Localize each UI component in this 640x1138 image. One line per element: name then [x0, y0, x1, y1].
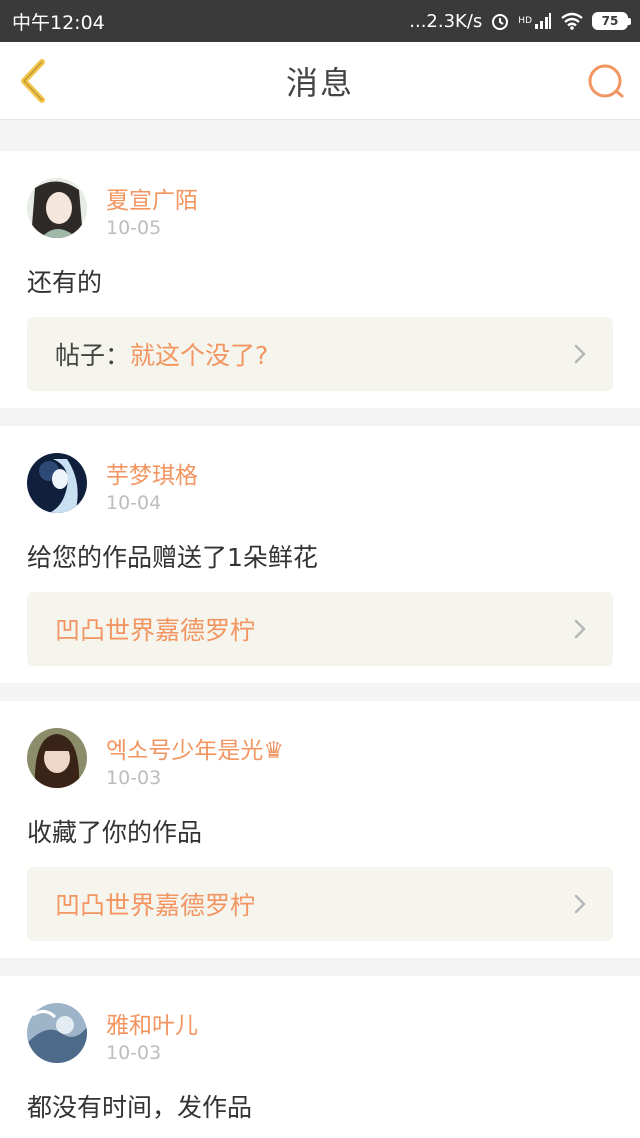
status-bar: 中午12:04 ...2.3K/s HD 75 — [0, 0, 640, 42]
chevron-right-icon — [574, 619, 586, 639]
avatar[interactable] — [27, 1003, 87, 1063]
avatar[interactable] — [27, 728, 87, 788]
status-time: 中午12:04 — [12, 11, 105, 34]
message-date: 10-04 — [106, 492, 162, 514]
page-title: 消息 — [285, 63, 354, 102]
post-link[interactable]: 帖子： 就这个没了? — [27, 317, 613, 391]
work-link-title: 凹凸世界嘉德罗柠 — [55, 616, 256, 645]
search-button[interactable] — [586, 62, 626, 102]
message-text: 还有的 — [27, 268, 103, 297]
avatar[interactable] — [27, 178, 87, 238]
message-date: 10-05 — [106, 217, 162, 239]
battery-icon: 75 — [592, 12, 631, 30]
back-button[interactable] — [16, 58, 52, 104]
message-text: 给您的作品赠送了1朵鲜花 — [27, 543, 318, 572]
work-link[interactable]: 凹凸世界嘉德罗柠 — [27, 592, 613, 666]
post-link-prefix: 帖子： — [55, 341, 131, 370]
chevron-right-icon — [574, 894, 586, 914]
chevron-right-icon — [574, 344, 586, 364]
chevron-left-icon — [21, 59, 45, 103]
username[interactable]: 雅和叶儿 — [106, 1006, 198, 1040]
signal-icon: HD — [518, 12, 552, 30]
wifi-icon — [560, 12, 584, 30]
username[interactable]: 夏宣广陌 — [106, 181, 198, 215]
header: 消息 — [0, 42, 640, 120]
alarm-icon — [490, 11, 510, 31]
username[interactable]: 芋梦琪格 — [106, 456, 198, 490]
network-type-label: HD — [518, 16, 532, 26]
status-icons: ...2.3K/s HD 75 — [409, 10, 631, 32]
message-card: 엑소号少年是光♛ 10-03 收藏了你的作品 凹凸世界嘉德罗柠 — [0, 701, 640, 958]
network-speed: ...2.3K/s — [409, 10, 483, 32]
message-date: 10-03 — [106, 1042, 162, 1064]
message-text: 都没有时间，发作品 — [27, 1093, 253, 1122]
username[interactable]: 엑소号少年是光♛ — [106, 731, 284, 765]
avatar[interactable] — [27, 453, 87, 513]
message-card: 雅和叶儿 10-03 都没有时间，发作品 — [0, 976, 640, 1138]
message-text: 收藏了你的作品 — [27, 818, 203, 847]
message-date: 10-03 — [106, 767, 162, 789]
message-card: 芋梦琪格 10-04 给您的作品赠送了1朵鲜花 凹凸世界嘉德罗柠 — [0, 426, 640, 683]
work-link-title: 凹凸世界嘉德罗柠 — [55, 891, 256, 920]
battery-level: 75 — [601, 14, 619, 28]
post-link-title: 就这个没了? — [130, 341, 269, 370]
message-card: 夏宣广陌 10-05 还有的 帖子： 就这个没了? — [0, 151, 640, 408]
search-icon — [588, 64, 624, 98]
work-link[interactable]: 凹凸世界嘉德罗柠 — [27, 867, 613, 941]
